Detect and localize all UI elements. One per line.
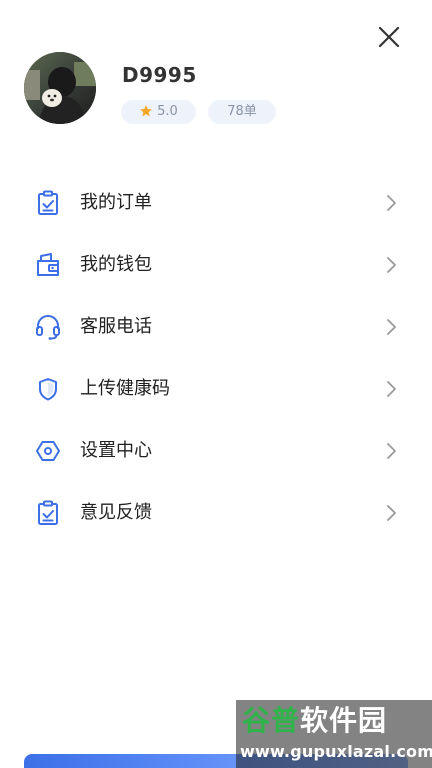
menu-item-feedback[interactable]: 意见反馈 xyxy=(0,482,432,544)
watermark-title-part1: 谷普 xyxy=(242,704,301,737)
menu-item-label: 我的钱包 xyxy=(80,254,152,275)
avatar-photo xyxy=(24,52,96,124)
menu-item-label: 我的订单 xyxy=(80,192,152,213)
side-drawer: D9995 5.0 78单 我的订单 我的钱包 客服电话 上传健康码 设置中心 … xyxy=(0,0,432,768)
rating-value: 5.0 xyxy=(157,104,178,119)
menu-item-my-orders[interactable]: 我的订单 xyxy=(0,172,432,234)
menu-item-my-wallet[interactable]: 我的钱包 xyxy=(0,234,432,296)
close-button[interactable] xyxy=(374,22,404,52)
star-icon xyxy=(140,105,152,117)
avatar[interactable] xyxy=(24,52,96,124)
username: D9995 xyxy=(122,63,197,87)
menu-item-label: 上传健康码 xyxy=(80,378,170,399)
wallet-icon xyxy=(37,253,59,276)
orders-count-badge: 78单 xyxy=(208,100,276,124)
chevron-right-icon xyxy=(387,195,396,211)
watermark-url: www.gupuxlazal.com xyxy=(240,742,432,761)
menu-item-settings-center[interactable]: 设置中心 xyxy=(0,420,432,482)
feedback-clipboard-icon xyxy=(38,500,58,525)
watermark-title-part2: 软件园 xyxy=(300,704,388,737)
watermark-title: 谷普软件园 xyxy=(242,704,387,738)
chevron-right-icon xyxy=(387,443,396,459)
chevron-right-icon xyxy=(387,505,396,521)
chevron-right-icon xyxy=(387,381,396,397)
menu-item-label: 客服电话 xyxy=(80,316,152,337)
close-icon xyxy=(378,26,400,48)
menu-item-label: 设置中心 xyxy=(80,440,152,461)
order-clipboard-icon xyxy=(38,190,58,215)
menu-item-customer-service[interactable]: 客服电话 xyxy=(0,296,432,358)
chevron-right-icon xyxy=(387,257,396,273)
headset-icon xyxy=(36,315,60,340)
menu-item-label: 意见反馈 xyxy=(80,502,152,523)
shield-icon xyxy=(39,378,57,401)
chevron-right-icon xyxy=(387,319,396,335)
rating-badge: 5.0 xyxy=(121,100,196,124)
menu-item-upload-health-code[interactable]: 上传健康码 xyxy=(0,358,432,420)
watermark: 谷普软件园 www.gupuxlazal.com xyxy=(236,700,432,768)
settings-hexagon-icon xyxy=(36,441,60,461)
